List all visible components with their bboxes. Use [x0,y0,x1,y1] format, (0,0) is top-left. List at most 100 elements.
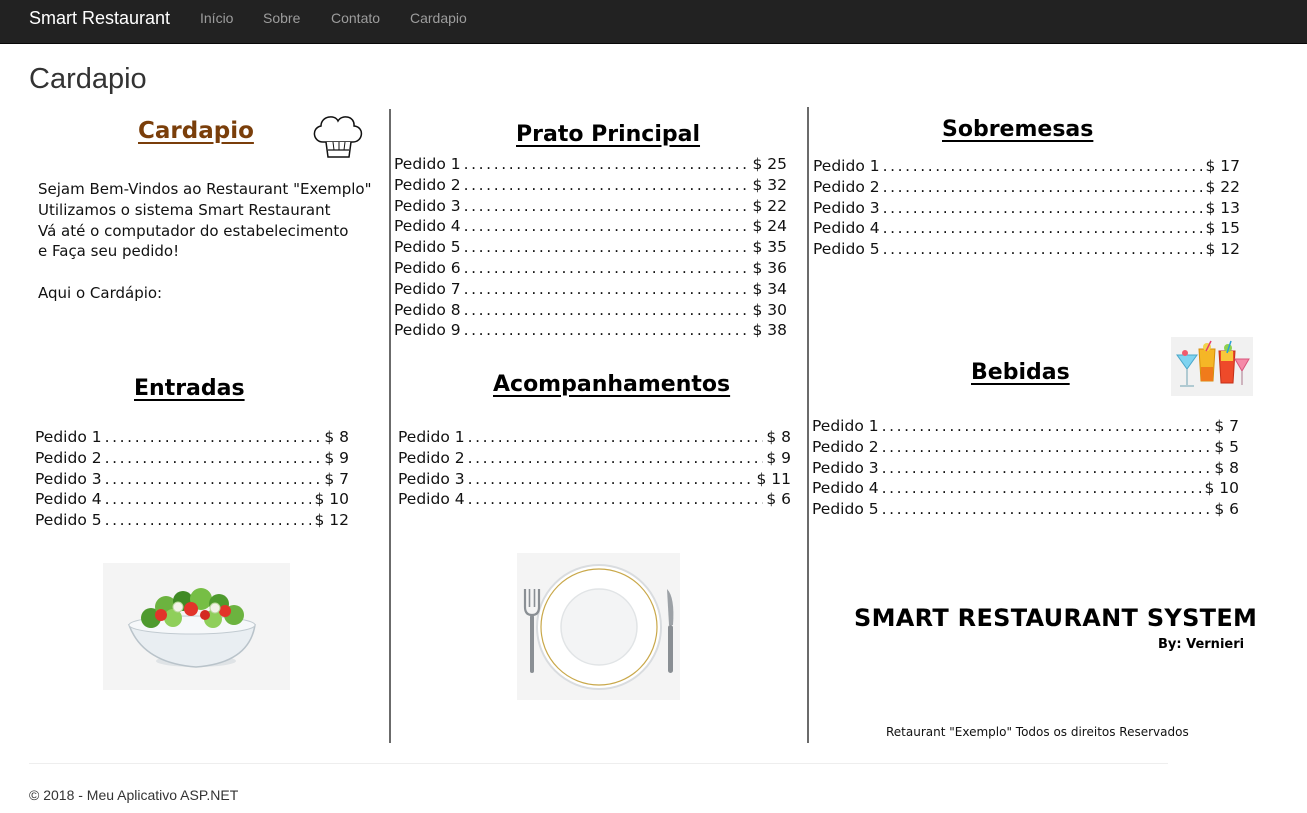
menu-item-dots [105,448,322,469]
page-title: Cardapio [29,63,147,95]
menu-item-dots [105,510,312,531]
menu-item-dots [882,416,1212,437]
menu-intro: Sejam Bem-Vindos ao Restaurant "Exemplo"… [38,180,372,302]
menu-item-name: Pedido 2 [812,437,879,456]
menu-item-dots [464,279,750,300]
menu-item-dots [468,427,764,448]
menu-item-dots [464,196,750,217]
menu-item-dots [464,237,750,258]
menu-item-name: Pedido 3 [813,198,880,217]
menu-item: Pedido 4 $ 24 [394,216,787,237]
menu-item-price: $ 12 [314,511,349,530]
menu-item-name: Pedido 1 [398,428,465,446]
menu-item-dots [105,489,312,510]
nav-link-cardapio[interactable]: Cardapio [410,11,467,26]
menu-item-name: Pedido 3 [35,469,102,488]
footer-divider [29,763,1168,764]
nav-link-inicio[interactable]: Início [200,11,233,26]
menu-item-name: Pedido 3 [394,196,461,215]
menu-item: Pedido 5 $ 12 [35,510,349,531]
menu-item-name: Pedido 4 [394,217,461,236]
footer-copyright: © 2018 - Meu Aplicativo ASP.NET [29,787,239,803]
menu-item-dots [882,458,1212,479]
menu-item-name: Pedido 4 [35,490,102,509]
menu-item: Pedido 1 $ 8 [398,427,791,448]
menu-item-dots [883,198,1203,219]
menu-item: Pedido 4 $ 10 [812,478,1239,499]
menu-item-name: Pedido 1 [394,155,461,173]
section-title-bebidas: Bebidas [971,360,1070,385]
menu-item-dots [464,300,750,321]
menu-list-acompanhamentos: Pedido 1$ 8Pedido 2$ 9Pedido 3$ 11Pedido… [398,427,791,510]
menu-item-price: $ 8 [766,428,791,446]
menu-item: Pedido 3 $ 8 [812,458,1239,479]
menu-heading: Cardapio [138,118,254,144]
section-title-sobremesas: Sobremesas [942,117,1094,142]
cocktails-icon [1176,340,1250,387]
navbar: Smart Restaurant Início Sobre Contato Ca… [0,0,1307,44]
menu-item-price: $ 10 [314,490,349,509]
menu-item-price: $ 9 [766,448,791,467]
menu-item-price: $ 24 [752,217,787,236]
menu-item-dots [464,154,750,175]
menu-item-price: $ 25 [752,155,787,173]
menu-item-price: $ 8 [324,428,349,446]
section-title-prato-principal: Prato Principal [516,122,701,147]
menu-item-name: Pedido 8 [394,300,461,319]
menu-item-name: Pedido 1 [812,417,879,435]
menu-item-price: $ 10 [1204,479,1239,498]
menu-item: Pedido 2 $ 22 [813,177,1240,198]
chef-hat-icon [313,116,363,158]
column-divider-1 [389,109,391,743]
menu-item-dots [882,437,1212,458]
menu-item-name: Pedido 3 [812,458,879,477]
menu-item-dots [883,218,1203,239]
menu-item-name: Pedido 4 [812,479,879,498]
rights-notice: Retaurant "Exemplo" Todos os direitos Re… [886,725,1189,739]
menu-item: Pedido 4 $ 6 [398,489,791,510]
menu-item: Pedido 3 $ 13 [813,198,1240,219]
menu-item-price: $ 9 [324,448,349,467]
menu-item-name: Pedido 2 [398,448,465,467]
menu-item-price: $ 35 [752,238,787,257]
menu-item: Pedido 1 $ 17 [813,156,1240,177]
menu-item: Pedido 2 $ 5 [812,437,1239,458]
menu-item-dots [468,469,754,490]
column-divider-2 [807,107,809,743]
menu-item-name: Pedido 6 [394,258,461,277]
menu-list-entradas: Pedido 1$ 8Pedido 2$ 9Pedido 3$ 7Pedido … [35,427,349,531]
menu-item-name: Pedido 1 [813,157,880,175]
menu-item: Pedido 2 $ 9 [35,448,349,469]
nav-link-contato[interactable]: Contato [331,11,380,26]
menu-item-name: Pedido 4 [398,490,465,509]
menu-item-dots [883,156,1203,177]
brand-link[interactable]: Smart Restaurant [29,8,170,28]
menu-item: Pedido 1 $ 25 [394,154,787,175]
menu-item-price: $ 22 [752,196,787,215]
menu-item-price: $ 5 [1214,437,1239,456]
cocktails-picture [1171,337,1253,396]
menu-item: Pedido 2 $ 32 [394,175,787,196]
menu-item-price: $ 13 [1205,198,1240,217]
menu-item-price: $ 34 [752,279,787,298]
menu-item: Pedido 3 $ 11 [398,469,791,490]
menu-item-dots [882,499,1212,520]
menu-item-name: Pedido 2 [394,175,461,194]
section-title-acompanhamentos: Acompanhamentos [493,372,731,397]
menu-item: Pedido 3 $ 7 [35,469,349,490]
menu-item: Pedido 2 $ 9 [398,448,791,469]
menu-item-name: Pedido 5 [35,511,102,530]
menu-item-name: Pedido 1 [35,428,102,446]
system-author: By: Vernieri [1158,637,1245,652]
menu-item-name: Pedido 2 [35,448,102,467]
menu-item-price: $ 12 [1205,240,1240,259]
salad-bowl-icon [127,588,256,668]
nav-link-sobre[interactable]: Sobre [263,11,300,26]
menu-item: Pedido 8 $ 30 [394,300,787,321]
menu-item-price: $ 11 [756,469,791,488]
menu-list-prato-principal: Pedido 1$ 25Pedido 2$ 32Pedido 3$ 22Pedi… [394,154,787,341]
menu-item-dots [464,175,750,196]
menu-item-price: $ 32 [752,175,787,194]
menu-item-price: $ 38 [752,321,787,340]
plate-cutlery-icon [523,564,674,690]
